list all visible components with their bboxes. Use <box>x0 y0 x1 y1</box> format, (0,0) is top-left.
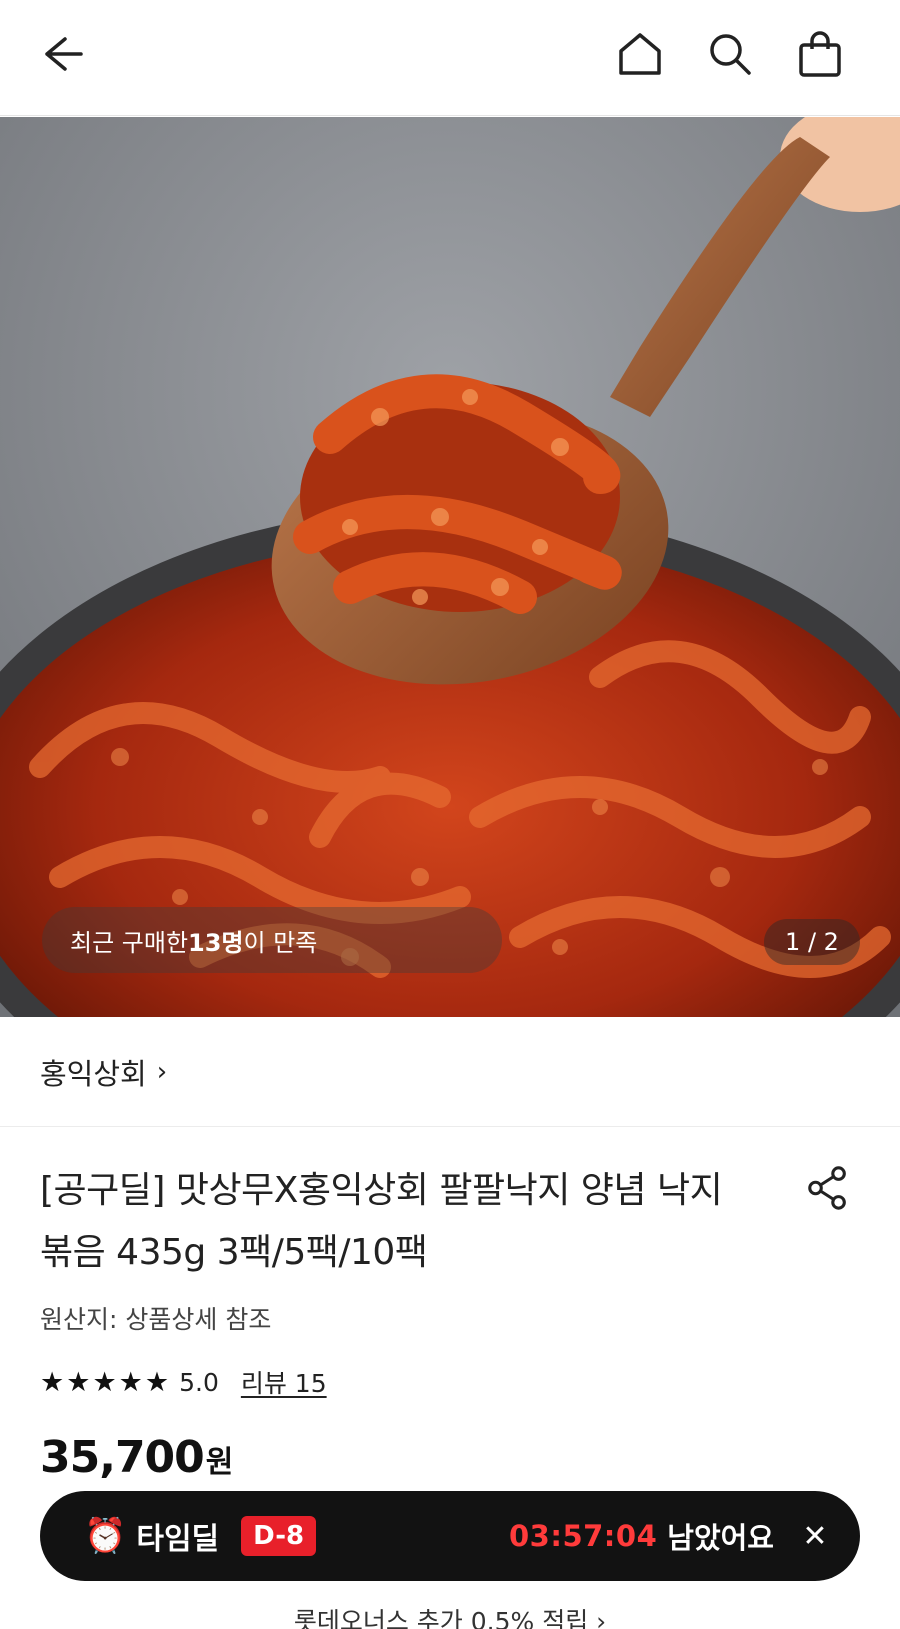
price-amount: 35,700 <box>40 1432 205 1483</box>
close-icon[interactable]: ✕ <box>798 1519 832 1554</box>
satisfaction-count: 13명 <box>188 928 244 957</box>
alarm-clock-icon: ⏰ <box>84 1516 127 1556</box>
home-icon[interactable] <box>612 26 668 82</box>
share-icon[interactable] <box>800 1160 856 1216</box>
shopping-bag-icon[interactable] <box>792 26 848 82</box>
points-info-link[interactable]: 롯데오너스 추가 0.5% 적립 › <box>0 1602 900 1629</box>
rating-row: ★ ★ ★ ★ ★ 5.0 리뷰 15 <box>40 1362 327 1402</box>
product-photo <box>0 117 900 1017</box>
origin-info: 원산지: 상품상세 참조 <box>40 1305 272 1334</box>
product-title: [공구딜] 맛상무X홍익상회 팔팔낙지 양념 낙지 볶음 435g 3팩/5팩/… <box>40 1170 723 1273</box>
store-name: 홍익상회 <box>40 1056 147 1091</box>
purchase-satisfaction-badge: 최근 구매한 13명 이 만족 <box>42 907 502 973</box>
star-rating: ★ ★ ★ ★ ★ <box>40 1369 169 1396</box>
product-price: 35,700원 <box>40 1432 234 1483</box>
timedeal-banner[interactable]: ⏰ 타임딜 D-8 03:57:04 남았어요 ✕ <box>40 1491 860 1581</box>
satisfaction-prefix: 최근 구매한 <box>70 928 189 957</box>
star-icon: ★ <box>118 1366 143 1398</box>
review-count-link[interactable]: 리뷰 15 <box>241 1364 327 1400</box>
search-icon[interactable] <box>702 26 758 82</box>
timedeal-label: 타임딜 <box>136 1522 220 1557</box>
star-icon: ★ <box>40 1366 65 1398</box>
countdown-timer: 03:57:04 <box>509 1519 658 1553</box>
star-icon: ★ <box>92 1366 117 1398</box>
satisfaction-suffix: 이 만족 <box>243 928 318 957</box>
remaining-text: 남았어요 <box>667 1521 774 1555</box>
product-image-gallery[interactable]: 최근 구매한 13명 이 만족 1 / 2 <box>0 117 900 1017</box>
star-icon: ★ <box>66 1366 91 1398</box>
rating-score: 5.0 <box>179 1367 219 1397</box>
gallery-page-indicator: 1 / 2 <box>764 919 860 965</box>
dday-badge: D-8 <box>241 1516 317 1556</box>
back-arrow-icon[interactable] <box>32 26 88 82</box>
chevron-right-icon: › <box>156 1056 168 1087</box>
store-link[interactable]: 홍익상회 › <box>0 1017 900 1127</box>
top-app-bar <box>0 0 900 116</box>
star-icon: ★ <box>144 1366 170 1398</box>
price-currency: 원 <box>205 1445 234 1480</box>
